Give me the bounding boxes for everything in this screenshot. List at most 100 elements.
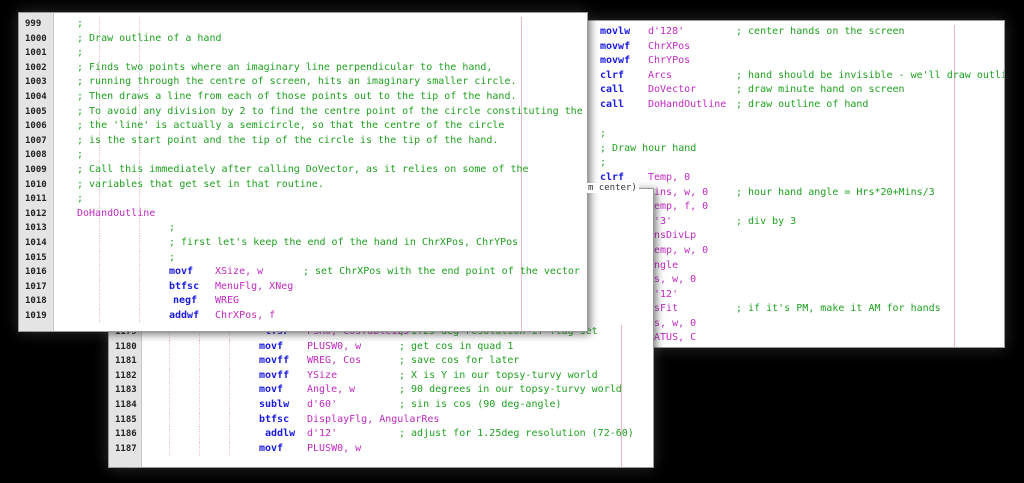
code-comment: ; first let's keep the end of the hand i… <box>169 236 519 248</box>
code-line: 1180 movf PLUSW0, w ; get cos in quad 1 <box>109 339 653 355</box>
line-number: 1013 <box>25 223 47 234</box>
instruction-operand: Temp, f, 0 <box>648 201 709 213</box>
instruction-mnemonic: movwf <box>600 55 631 67</box>
instruction-mnemonic: movf <box>259 384 284 396</box>
indent-guide <box>169 368 170 384</box>
code-comment: ; Draw hour hand <box>600 142 697 154</box>
routine-label: DoHandOutline <box>77 207 156 219</box>
instruction-mnemonic: btfsc <box>259 413 290 425</box>
instruction-mnemonic: btfsc <box>169 280 200 292</box>
line-number: 1010 <box>25 179 47 190</box>
code-comment: ; To avoid any division by 2 to find the… <box>77 105 588 117</box>
indent-guide <box>99 265 100 280</box>
indent-guide <box>99 46 100 61</box>
code-line: 1012 DoHandOutline <box>19 206 587 222</box>
indent-guide <box>169 339 170 355</box>
code-line: 999; <box>19 17 587 32</box>
code-comment: ; is the start point and the tip of the … <box>77 134 499 146</box>
instruction-mnemonic: movff <box>259 369 290 381</box>
line-number: 1186 <box>115 429 137 440</box>
instruction-operand: ChrXPos <box>648 40 691 52</box>
code-line: 1014 ; first let's keep the end of the ha… <box>19 235 587 251</box>
indent-guide <box>99 192 100 207</box>
code-window-front[interactable]: 999; 1000 ; Draw outline of a hand 1001; 100… <box>18 12 588 332</box>
instruction-mnemonic: sublw <box>259 398 290 410</box>
code-editor-bottom[interactable]: 1179lfsrFSR0, CosTable125; 1.25 deg reso… <box>109 325 653 467</box>
line-number: 1011 <box>25 194 47 205</box>
indent-guide <box>229 339 230 355</box>
code-line: 1011; <box>19 192 587 207</box>
line-number: 1014 <box>25 237 47 248</box>
code-line: 1009 ; Call this immediately after callin… <box>19 162 587 178</box>
instruction-operand: WREG, Cos <box>307 355 362 367</box>
indent-guide <box>169 383 170 398</box>
code-line: ; <box>586 127 1004 142</box>
code-comment: ; <box>77 193 84 205</box>
code-editor-front[interactable]: 999; 1000 ; Draw outline of a hand 1001; 100… <box>19 17 587 331</box>
code-line: 1015; <box>19 250 587 266</box>
instruction-operand: rs, w, 0 <box>648 317 697 329</box>
line-number: 1017 <box>25 281 47 292</box>
line-number: 1185 <box>115 414 137 425</box>
code-line: 1013; <box>19 221 587 236</box>
instruction-operand: DoHandOutline <box>648 98 727 110</box>
code-line: 1185 btfsc DisplayFlg, AngularRes <box>109 412 653 428</box>
line-number: 1181 <box>115 356 137 367</box>
instruction-mnemonic: clrf <box>600 69 625 81</box>
indent-guide <box>169 397 170 413</box>
code-line: 1008; <box>19 148 587 163</box>
code-line: 1187 movf PLUSW0, w <box>109 441 653 457</box>
indent-guide <box>99 250 100 266</box>
code-comment: ; center hands on the screen <box>736 26 905 37</box>
instruction-operand: YSize <box>307 369 338 381</box>
indent-guide <box>169 354 170 369</box>
code-comment: ; Draw outline of a hand <box>77 32 222 44</box>
indent-guide <box>199 427 200 442</box>
code-line: 1006 ; the 'line' is actually a semicircl… <box>19 119 587 134</box>
indent-guide <box>99 17 100 32</box>
line-number: 1016 <box>25 267 47 278</box>
code-comment: ; Call this immediately after calling Do… <box>77 163 529 175</box>
indent-guide <box>139 308 140 324</box>
instruction-mnemonic: movff <box>259 355 290 367</box>
code-comment: ; <box>169 222 176 234</box>
code-line: 1016 movf XSize, w ; set ChrXPos with the e… <box>19 265 587 280</box>
instruction-mnemonic: movwf <box>600 40 631 52</box>
indent-guide <box>229 354 230 369</box>
indent-guide <box>99 308 100 324</box>
code-comment: ; hand should be invisible - we'll draw … <box>736 69 1005 81</box>
code-comment: ; the 'line' is actually a semicircle, s… <box>77 120 505 132</box>
line-number: 1000 <box>25 33 47 44</box>
instruction-operand: Angle, w <box>307 384 356 396</box>
code-line: 1001; <box>19 46 587 61</box>
code-comment: ; <box>600 157 607 169</box>
instruction-operand: DisplayFlg, AngularRes <box>307 413 440 425</box>
instruction-operand: DoVector <box>648 84 697 96</box>
code-comment: ; X is Y in our topsy-turvy world <box>399 369 598 381</box>
indent-guide <box>229 383 230 398</box>
instruction-operand: XSize, w <box>215 266 264 278</box>
code-line: 1003 ; running through the centre of scre… <box>19 75 587 90</box>
code-comment: ; save cos for later <box>399 355 520 367</box>
instruction-operand: insDivLp <box>648 230 697 242</box>
instruction-mnemonic: call <box>600 98 625 110</box>
indent-guide <box>199 412 200 428</box>
instruction-operand: rs, w, 0 <box>648 274 697 286</box>
code-line: call DoHandOutline ; draw outline of hand <box>586 98 1004 113</box>
indent-guide <box>199 368 200 384</box>
line-number: 1015 <box>25 252 47 263</box>
line-number: 1006 <box>25 121 47 132</box>
instruction-operand: ChrXPos, f <box>215 309 276 321</box>
instruction-mnemonic: addlw <box>265 428 296 440</box>
instruction-operand: d'60' <box>307 398 338 410</box>
code-comment: ; get cos in quad 1 <box>399 340 514 352</box>
code-comment: ; running through the centre of screen, … <box>77 76 517 88</box>
code-line: 1183 movf Angle, w ; 90 degrees in our tops… <box>109 383 653 398</box>
indent-guide <box>199 354 200 369</box>
code-comment: ; Finds two points where an imaginary li… <box>77 61 493 73</box>
line-number: 1018 <box>25 296 47 307</box>
partial-comment-fragment: m center) <box>586 183 639 193</box>
indent-guide <box>199 339 200 355</box>
code-comment: ; draw outline of hand <box>736 98 869 110</box>
